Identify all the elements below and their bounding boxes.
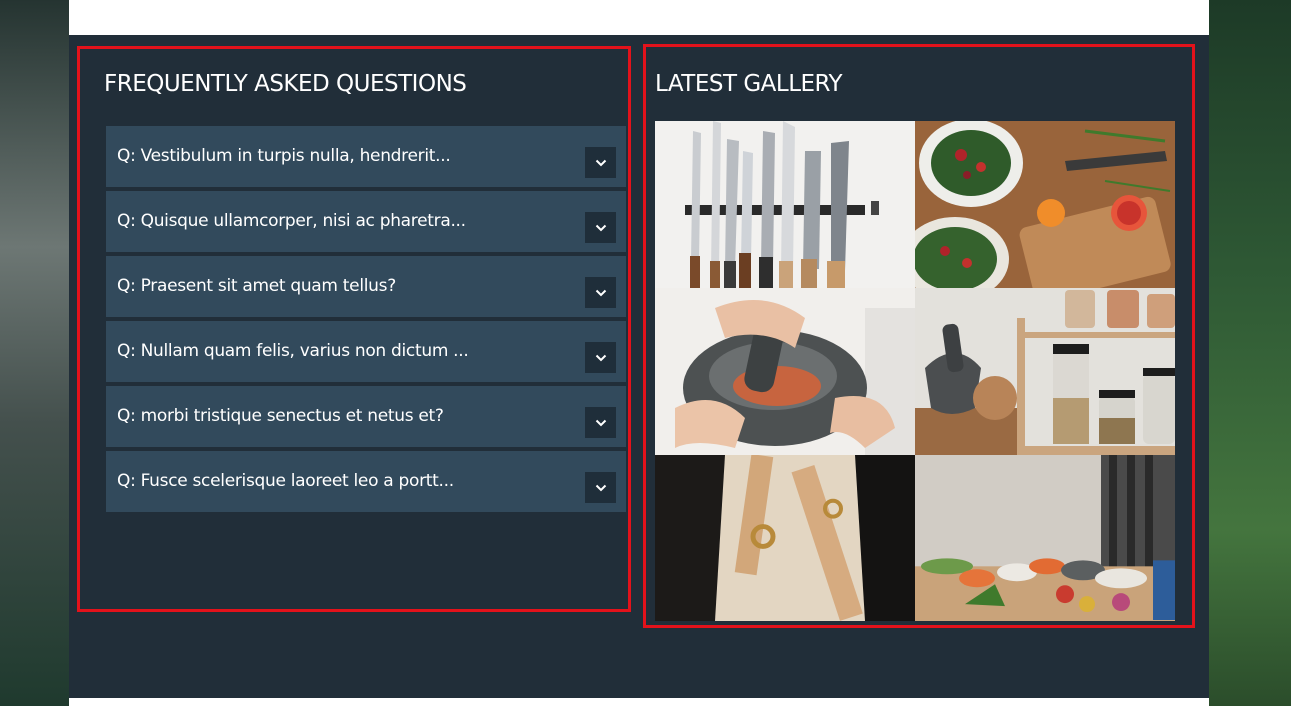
faq-toggle-button[interactable]	[585, 277, 616, 308]
faq-panel: FREQUENTLY ASKED QUESTIONS Q: Vestibulum…	[77, 46, 631, 612]
chevron-down-icon	[595, 354, 606, 361]
faq-toggle-button[interactable]	[585, 472, 616, 503]
faq-question: Q: Praesent sit amet quam tellus?	[117, 276, 396, 296]
faq-toggle-button[interactable]	[585, 342, 616, 373]
faq-toggle-button[interactable]	[585, 212, 616, 243]
gallery-image-jars[interactable]	[915, 288, 1175, 455]
faq-item[interactable]: Q: Nullam quam felis, varius non dictum …	[106, 321, 626, 382]
faq-question: Q: Nullam quam felis, varius non dictum …	[117, 341, 469, 361]
faq-item[interactable]: Q: Praesent sit amet quam tellus?	[106, 256, 626, 317]
faq-question: Q: morbi tristique senectus et netus et?	[117, 406, 444, 426]
faq-toggle-button[interactable]	[585, 147, 616, 178]
gallery-panel: LATEST GALLERY	[643, 44, 1195, 628]
faq-item[interactable]: Q: Fusce scelerisque laoreet leo a portt…	[106, 451, 626, 512]
chevron-down-icon	[595, 159, 606, 166]
faq-item[interactable]: Q: Quisque ullamcorper, nisi ac pharetra…	[106, 191, 626, 252]
background-right	[1209, 0, 1291, 706]
faq-item[interactable]: Q: morbi tristique senectus et netus et?	[106, 386, 626, 447]
gallery-image-knives[interactable]	[655, 121, 915, 288]
gallery-image-salad[interactable]	[915, 121, 1175, 288]
gallery-image-kitchen[interactable]	[915, 455, 1175, 621]
content-section: FREQUENTLY ASKED QUESTIONS Q: Vestibulum…	[69, 35, 1209, 698]
bottom-strip	[69, 698, 1209, 706]
faq-question: Q: Fusce scelerisque laoreet leo a portt…	[117, 471, 454, 491]
faq-question: Q: Vestibulum in turpis nulla, hendrerit…	[117, 146, 451, 166]
gallery-title: LATEST GALLERY	[655, 71, 843, 97]
faq-question: Q: Quisque ullamcorper, nisi ac pharetra…	[117, 211, 466, 231]
chevron-down-icon	[595, 419, 606, 426]
chevron-down-icon	[595, 484, 606, 491]
faq-toggle-button[interactable]	[585, 407, 616, 438]
gallery-image-apron[interactable]	[655, 455, 915, 621]
chevron-down-icon	[595, 289, 606, 296]
background-left	[0, 0, 69, 706]
faq-title: FREQUENTLY ASKED QUESTIONS	[104, 71, 467, 97]
faq-item[interactable]: Q: Vestibulum in turpis nulla, hendrerit…	[106, 126, 626, 187]
gallery-image-mortar[interactable]	[655, 288, 915, 455]
chevron-down-icon	[595, 224, 606, 231]
faq-list: Q: Vestibulum in turpis nulla, hendrerit…	[106, 126, 626, 516]
gallery-grid	[655, 121, 1175, 621]
top-strip	[69, 0, 1209, 35]
